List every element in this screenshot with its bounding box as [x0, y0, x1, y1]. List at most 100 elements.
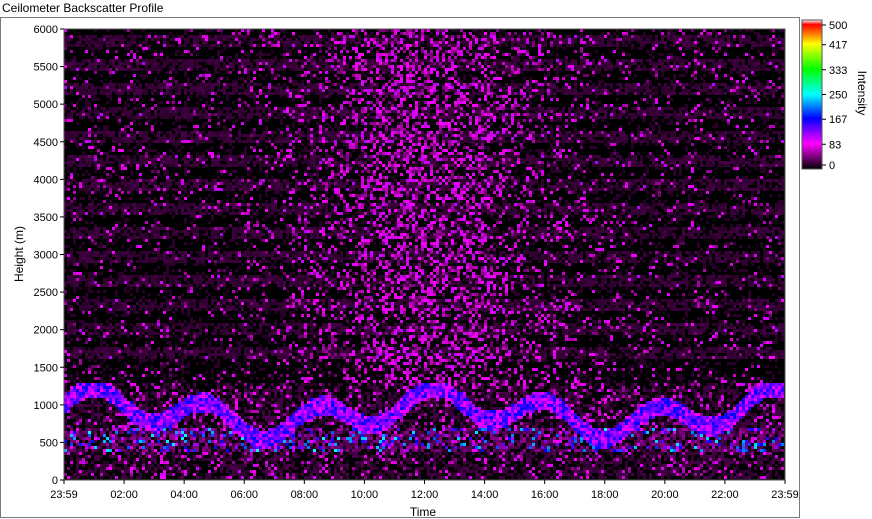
heatmap-cell [559, 113, 562, 116]
heatmap-cell [331, 59, 334, 62]
heatmap-cell [304, 50, 307, 53]
heatmap-cell [118, 68, 121, 71]
heatmap-cell [568, 107, 571, 110]
heatmap-cell [421, 113, 424, 116]
heatmap-cell [568, 89, 571, 92]
heatmap-cell [556, 53, 559, 56]
heatmap-cell [541, 122, 544, 125]
heatmap-cell [439, 62, 442, 65]
heatmap-cell [190, 89, 193, 92]
heatmap-cell [691, 44, 694, 47]
heatmap-cell [526, 35, 529, 38]
heatmap-cell [565, 83, 568, 86]
heatmap-cell [511, 137, 514, 140]
heatmap-cell [463, 83, 466, 86]
heatmap-cell [253, 83, 256, 86]
heatmap-cell [529, 86, 532, 89]
heatmap-cell [514, 119, 517, 122]
heatmap-cell [397, 35, 400, 38]
heatmap-cell [757, 83, 760, 86]
heatmap-cell [298, 74, 301, 77]
heatmap-cell [250, 80, 253, 83]
heatmap-cell [748, 53, 751, 56]
heatmap-cell [217, 35, 220, 38]
heatmap-cell [430, 38, 433, 41]
heatmap-cell [703, 44, 706, 47]
heatmap-cell [520, 83, 523, 86]
heatmap-cell [247, 137, 250, 140]
heatmap-cell [160, 107, 163, 110]
heatmap-cell [313, 68, 316, 71]
heatmap-cell [109, 80, 112, 83]
heatmap-cell [139, 59, 142, 62]
heatmap-cell [133, 98, 136, 101]
heatmap-cell [394, 89, 397, 92]
heatmap-cell [541, 41, 544, 44]
heatmap-cell [499, 62, 502, 65]
heatmap-cell [478, 92, 481, 95]
heatmap-cell [268, 44, 271, 47]
heatmap-cell [505, 65, 508, 68]
heatmap-cell [109, 44, 112, 47]
heatmap-cell [313, 65, 316, 68]
heatmap-cell [208, 131, 211, 134]
heatmap-cell [616, 137, 619, 140]
heatmap-cell [397, 89, 400, 92]
heatmap-cell [607, 59, 610, 62]
heatmap-cell [754, 68, 757, 71]
heatmap-cell [658, 131, 661, 134]
heatmap-cell [724, 83, 727, 86]
heatmap-cell [484, 80, 487, 83]
heatmap-cell [313, 38, 316, 41]
heatmap-cell [448, 104, 451, 107]
heatmap-cell [112, 59, 115, 62]
heatmap-cell [469, 83, 472, 86]
heatmap-cell [388, 53, 391, 56]
heatmap-cell [757, 113, 760, 116]
heatmap-cell [661, 53, 664, 56]
heatmap-cell [445, 125, 448, 128]
heatmap-cell [349, 101, 352, 104]
heatmap-cell [106, 89, 109, 92]
heatmap-cell [154, 89, 157, 92]
heatmap-cell [511, 44, 514, 47]
heatmap-cell [181, 131, 184, 134]
heatmap-cell [301, 116, 304, 119]
heatmap-cell [418, 107, 421, 110]
heatmap-cell [442, 56, 445, 59]
heatmap-cell [94, 59, 97, 62]
heatmap-cell [127, 65, 130, 68]
heatmap-cell [514, 101, 517, 104]
heatmap-cell [496, 134, 499, 137]
heatmap-cell [613, 137, 616, 140]
heatmap-cell [469, 41, 472, 44]
heatmap-cell [760, 83, 763, 86]
heatmap-cell [361, 68, 364, 71]
heatmap-cell [253, 101, 256, 104]
heatmap-cell [433, 41, 436, 44]
heatmap-cell [529, 101, 532, 104]
heatmap-cell [304, 113, 307, 116]
heatmap-cell [208, 125, 211, 128]
heatmap-cell [427, 74, 430, 77]
heatmap-cell [721, 92, 724, 95]
heatmap-cell [286, 131, 289, 134]
heatmap-cell [376, 107, 379, 110]
heatmap-cell [661, 137, 664, 140]
heatmap-cell [580, 59, 583, 62]
heatmap-cell [274, 107, 277, 110]
heatmap-cell [637, 92, 640, 95]
heatmap-cell [364, 101, 367, 104]
heatmap-cell [463, 47, 466, 50]
heatmap-cell [553, 95, 556, 98]
heatmap-cell [553, 107, 556, 110]
heatmap-cell [376, 116, 379, 119]
heatmap-cell [280, 92, 283, 95]
heatmap-cell [148, 71, 151, 74]
heatmap-cell [355, 41, 358, 44]
heatmap-cell [607, 44, 610, 47]
heatmap-cell [193, 125, 196, 128]
heatmap-cell [133, 83, 136, 86]
heatmap-cell [292, 68, 295, 71]
heatmap-cell [706, 38, 709, 41]
